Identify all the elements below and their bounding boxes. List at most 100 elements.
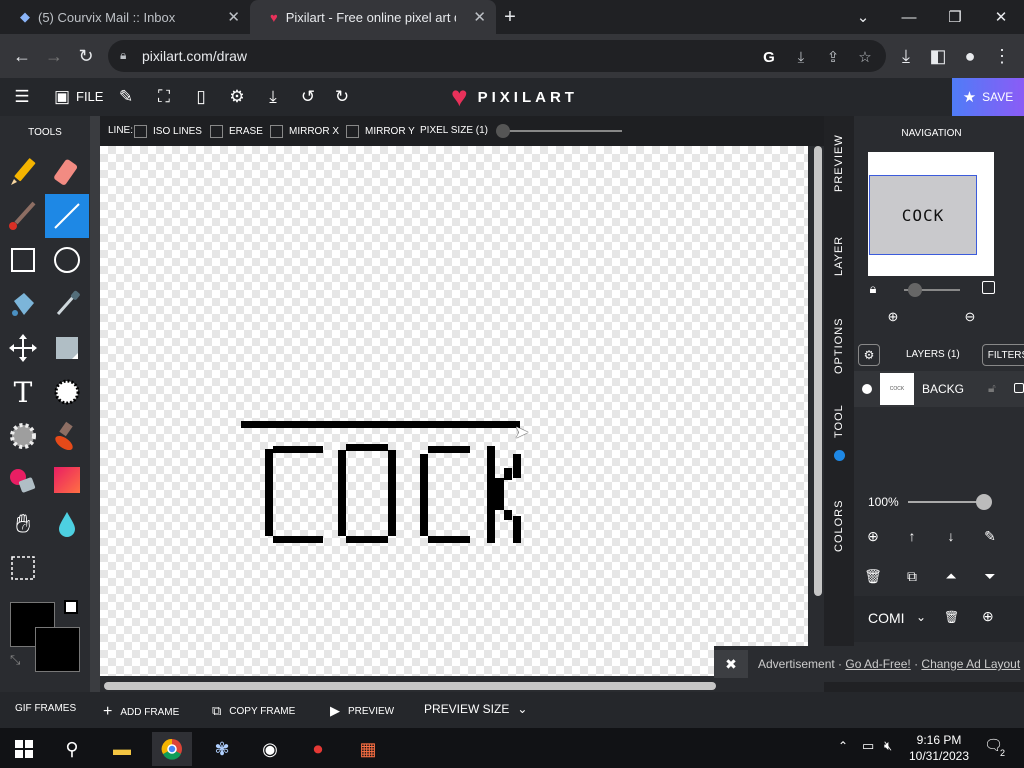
blur-tool[interactable] <box>45 502 89 546</box>
minimize-button[interactable]: — <box>886 0 932 34</box>
volume-muted-icon[interactable]: 🔇︎ <box>884 738 892 754</box>
eraser-tool[interactable] <box>45 150 89 194</box>
shade-tool[interactable] <box>45 326 89 370</box>
pixilart-logo[interactable]: ♥ PIXILART <box>451 83 578 111</box>
drawing-canvas[interactable]: ➤ <box>100 146 808 676</box>
side-panel-icon[interactable]: ◧ <box>926 44 950 68</box>
file-explorer-icon[interactable]: ▬ <box>102 732 142 766</box>
merge-layer-up-icon[interactable]: ⏶ <box>940 565 962 587</box>
move-layer-up-icon[interactable]: ↑ <box>901 525 923 547</box>
zoom-out-icon[interactable]: ⊖ <box>961 308 979 326</box>
reset-colors-icon[interactable] <box>64 600 78 614</box>
color-palette-select[interactable]: COMI <box>868 610 905 626</box>
add-palette-icon[interactable]: ⊕ <box>982 608 994 625</box>
layer-visibility-icon[interactable] <box>862 384 872 394</box>
swap-colors-icon[interactable]: ⤡ <box>10 652 20 668</box>
horizontal-scroll-thumb[interactable] <box>104 682 716 690</box>
change-ad-layout-link[interactable]: Change Ad Layout <box>921 657 1020 671</box>
media-player-icon[interactable]: ◉ <box>250 732 290 766</box>
gradient-tool[interactable] <box>45 458 89 502</box>
add-layer-icon[interactable]: ⊕ <box>862 525 884 547</box>
move-layer-down-icon[interactable]: ↓ <box>940 525 962 547</box>
network-icon[interactable]: ▭ <box>862 738 874 754</box>
install-app-icon[interactable]: ⤓ <box>790 46 812 68</box>
layer-lock-icon[interactable]: 🔓︎ <box>988 381 996 396</box>
show-hidden-icons-icon[interactable]: ⌃ <box>838 739 848 753</box>
circle-tool[interactable] <box>45 238 89 282</box>
settings-gears-icon[interactable]: ⚙ <box>225 85 249 109</box>
canvas-horizontal-scrollbar[interactable] <box>100 680 808 692</box>
download-icon[interactable]: ⤓ <box>261 85 285 109</box>
tab-preview[interactable]: PREVIEW <box>824 116 854 210</box>
color-replace-tool[interactable] <box>1 458 45 502</box>
mirror-y-checkbox[interactable]: MIRROR Y <box>346 125 415 138</box>
pattern-tool[interactable] <box>1 414 45 458</box>
layer-opacity-knob[interactable] <box>976 494 992 510</box>
mirror-x-checkbox[interactable]: MIRROR X <box>270 125 339 138</box>
close-tab-icon[interactable]: ✕ <box>227 8 240 26</box>
layer-name[interactable]: BACKG <box>922 382 964 396</box>
color-picker-tool[interactable] <box>45 282 89 326</box>
layer-select-checkbox[interactable] <box>1014 383 1024 393</box>
delete-palette-icon[interactable]: 🗑︎ <box>944 610 959 624</box>
gif-frames-button[interactable]: GIF FRAMES <box>15 703 76 714</box>
chrome-menu-icon[interactable]: ⋮ <box>990 44 1014 68</box>
edit-layer-icon[interactable]: ✎ <box>979 525 1001 547</box>
delete-layer-icon[interactable]: 🗑︎ <box>862 565 884 587</box>
select-tool[interactable] <box>1 546 45 590</box>
line-tool[interactable] <box>45 194 89 238</box>
share-icon[interactable]: ⇪ <box>822 46 844 68</box>
brush-tool[interactable] <box>1 194 45 238</box>
undo-icon[interactable]: ↺ <box>296 85 320 109</box>
restore-button[interactable]: ❐ <box>932 0 978 34</box>
tab-layer[interactable]: LAYER <box>824 210 854 302</box>
hand-tool[interactable]: ✋︎ <box>1 502 45 546</box>
screen-recorder-icon[interactable]: ⏺ <box>298 732 338 766</box>
iso-lines-checkbox[interactable]: ISO LINES <box>134 125 202 138</box>
downloads-icon[interactable]: ⤓ <box>894 44 918 68</box>
tab-search-icon[interactable]: ⌄ <box>840 0 886 34</box>
resize-canvas-icon[interactable]: ⛶ <box>152 85 176 109</box>
stamp-tool[interactable] <box>45 414 89 458</box>
app-bee-icon[interactable]: ✾ <box>202 732 242 766</box>
search-icon[interactable]: ⚲ <box>52 732 92 766</box>
eyedropper-icon[interactable]: ✎ <box>114 85 138 109</box>
reload-button[interactable]: ↻ <box>74 44 98 68</box>
erase-checkbox[interactable]: ERASE <box>210 125 263 138</box>
rectangle-tool[interactable] <box>1 238 45 282</box>
windows-start-icon[interactable] <box>4 732 44 766</box>
layer-opacity-slider[interactable] <box>908 501 984 503</box>
pixel-size-slider-knob[interactable] <box>496 124 510 138</box>
bookmark-star-icon[interactable]: ☆ <box>854 46 876 68</box>
file-menu-button[interactable]: FILE <box>76 89 103 104</box>
layer-row[interactable]: COCK BACKG 🔓︎ <box>854 371 1024 407</box>
dither-tool[interactable] <box>45 370 89 414</box>
duplicate-layer-icon[interactable]: ⧉ <box>901 565 923 587</box>
tab-tool[interactable]: TOOL <box>824 390 854 452</box>
file-image-icon[interactable]: ▣ <box>50 85 74 109</box>
profile-icon[interactable]: ● <box>958 44 982 68</box>
lock-icon[interactable]: 🔒︎ <box>864 280 882 298</box>
save-button[interactable]: ★ SAVE <box>952 78 1024 116</box>
preview-button[interactable]: ▶ PREVIEW <box>330 703 394 719</box>
copy-frame-button[interactable]: ⧉ COPY FRAME <box>212 703 295 719</box>
google-lens-icon[interactable]: G <box>758 46 780 68</box>
layer-settings-icon[interactable]: ⚙ <box>858 344 880 366</box>
tools-scrollbar[interactable] <box>90 116 100 692</box>
go-ad-free-link[interactable]: Go Ad-Free! <box>845 657 910 671</box>
new-page-icon[interactable]: ▯ <box>189 85 213 109</box>
move-tool[interactable] <box>1 326 45 370</box>
chrome-icon[interactable] <box>152 732 192 766</box>
preview-zoom-knob[interactable] <box>908 283 922 297</box>
zoom-in-icon[interactable]: ⊕ <box>884 308 902 326</box>
chevron-down-icon[interactable]: ⌄ <box>916 610 926 624</box>
preview-size-dropdown[interactable]: PREVIEW SIZE ⌄ <box>424 702 527 716</box>
tab-pixilart[interactable]: ♥ Pixilart - Free online pixel art drawi… <box>250 0 496 34</box>
vertical-scroll-thumb[interactable] <box>814 146 822 596</box>
address-bar[interactable]: 🔒︎ pixilart.com/draw G ⤓ ⇪ ☆ <box>108 40 886 72</box>
tab-colors[interactable]: COLORS <box>824 476 854 576</box>
close-ad-button[interactable]: ✖ <box>714 650 748 678</box>
back-button[interactable]: ← <box>10 44 34 68</box>
redo-icon[interactable]: ↻ <box>330 85 354 109</box>
taskbar-clock[interactable]: 9:16 PM 10/31/2023 <box>906 732 972 764</box>
